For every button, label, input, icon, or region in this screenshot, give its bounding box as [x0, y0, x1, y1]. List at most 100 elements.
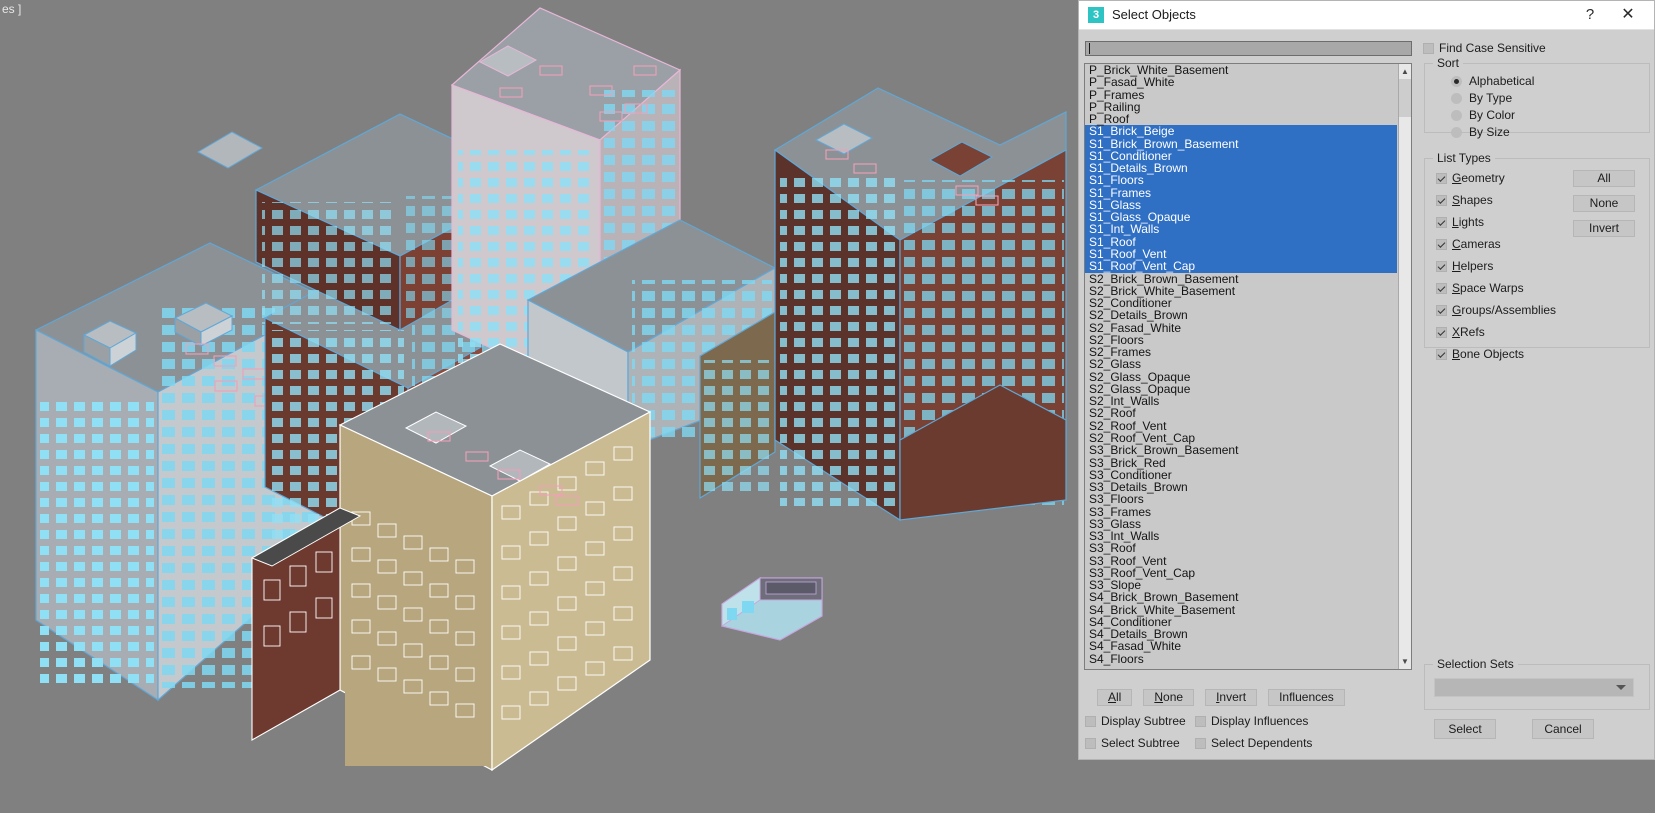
list-type-label: Cameras — [1452, 237, 1501, 251]
object-list-item[interactable]: P_Frames — [1085, 88, 1397, 101]
list-type-label: Shapes — [1452, 193, 1493, 207]
list-influences-button[interactable]: Influences — [1268, 689, 1345, 706]
display-influences-label: Display Influences — [1211, 714, 1309, 728]
sort-radio-by-type[interactable]: By Type — [1451, 91, 1649, 105]
bottom-options: Display Subtree Display Influences Selec… — [1085, 714, 1415, 758]
object-list-item[interactable]: S1_Int_Walls — [1085, 223, 1397, 236]
list-types-checkboxes: Geometry Shapes Lights Cameras Helpers Space … — [1436, 171, 1556, 369]
object-list-item[interactable]: S4_Fasad_White — [1085, 640, 1397, 653]
select-dependents-checkbox[interactable]: Select Dependents — [1195, 736, 1312, 750]
list-type-bone-objects[interactable]: Bone Objects — [1436, 347, 1556, 361]
list-type-label: Geometry — [1452, 171, 1505, 185]
close-icon[interactable]: ✕ — [1616, 4, 1640, 26]
sort-group-title: Sort — [1433, 56, 1464, 70]
checkbox-box — [1423, 42, 1434, 54]
display-influences-checkbox[interactable]: Display Influences — [1195, 714, 1308, 728]
object-list-item[interactable]: S1_Floors — [1085, 174, 1397, 187]
checkbox-box — [1436, 326, 1447, 338]
object-list-item[interactable]: S2_Glass — [1085, 358, 1397, 371]
radio-dot — [1451, 92, 1462, 104]
select-button[interactable]: Select — [1434, 719, 1496, 739]
checkbox-box — [1085, 715, 1096, 727]
find-case-sensitive-checkbox[interactable]: Find Case Sensitive — [1423, 41, 1546, 55]
select-subtree-label: Select Subtree — [1101, 736, 1180, 750]
object-list-item[interactable]: S3_Floors — [1085, 493, 1397, 506]
sort-radio-by-color[interactable]: By Color — [1451, 108, 1649, 122]
display-subtree-checkbox[interactable]: Display Subtree — [1085, 714, 1195, 728]
checkbox-box — [1436, 194, 1447, 206]
sort-options: Alphabetical By Type By Color By Size — [1425, 74, 1649, 142]
viewport-scene — [0, 0, 1078, 813]
object-list-item[interactable]: P_Railing — [1085, 101, 1397, 114]
list-types-all-button[interactable]: All — [1573, 170, 1635, 187]
checkbox-box — [1195, 715, 1206, 727]
object-list-item[interactable]: S2_Roof — [1085, 407, 1397, 420]
sort-radio-label: By Type — [1469, 91, 1513, 105]
object-list-item[interactable]: S1_Brick_Beige — [1085, 125, 1397, 138]
object-list-item[interactable]: S3_Frames — [1085, 505, 1397, 518]
list-type-label: Bone Objects — [1452, 347, 1525, 361]
object-list-item[interactable]: S2_Brick_Brown_Basement — [1085, 272, 1397, 285]
select-subtree-checkbox[interactable]: Select Subtree — [1085, 736, 1195, 750]
checkbox-box — [1195, 737, 1206, 749]
object-list[interactable]: P_Brick_White_Basement P_Fasad_White P_Fra… — [1085, 64, 1397, 669]
scroll-down-icon[interactable]: ▼ — [1399, 654, 1411, 669]
checkbox-box — [1436, 348, 1447, 360]
object-list-item[interactable]: S2_Fasad_White — [1085, 321, 1397, 334]
checkbox-box — [1436, 216, 1447, 228]
search-input[interactable] — [1085, 41, 1412, 56]
object-list-item[interactable]: S3_Brick_Red — [1085, 456, 1397, 469]
dialog-titlebar: 3 Select Objects ? ✕ — [1079, 1, 1654, 30]
selection-sets-dropdown[interactable] — [1434, 678, 1634, 697]
list-none-button[interactable]: None — [1143, 689, 1195, 706]
sort-radio-label: Alphabetical — [1469, 74, 1535, 88]
select-objects-dialog: 3 Select Objects ? ✕ Find Case Sensitive… — [1078, 0, 1655, 760]
scroll-up-icon[interactable]: ▲ — [1399, 64, 1411, 79]
checkbox-box — [1436, 238, 1447, 250]
radio-dot — [1451, 109, 1462, 121]
checkbox-box — [1436, 172, 1447, 184]
list-scrollbar[interactable]: ▲ ▼ — [1398, 64, 1411, 669]
list-type-cameras[interactable]: Cameras — [1436, 237, 1556, 251]
chevron-down-icon — [1616, 685, 1626, 690]
sort-radio-label: By Size — [1469, 125, 1510, 139]
sort-radio-by-size[interactable]: By Size — [1451, 125, 1649, 139]
find-case-sensitive-label: Find Case Sensitive — [1439, 41, 1546, 55]
list-all-button[interactable]: All — [1097, 689, 1133, 706]
radio-dot — [1451, 75, 1462, 87]
checkbox-box — [1436, 282, 1447, 294]
list-type-geometry[interactable]: Geometry — [1436, 171, 1556, 185]
list-invert-button[interactable]: Invert — [1205, 689, 1258, 706]
object-list-item[interactable]: S3_Brick_Brown_Basement — [1085, 444, 1397, 457]
list-types-none-button[interactable]: None — [1573, 195, 1635, 212]
scrollbar-thumb[interactable] — [1399, 79, 1411, 117]
max-3-icon: 3 — [1088, 7, 1104, 23]
dialog-title: Select Objects — [1112, 7, 1196, 22]
cancel-button[interactable]: Cancel — [1532, 719, 1594, 739]
list-type-shapes[interactable]: Shapes — [1436, 193, 1556, 207]
object-list-item[interactable]: S2_Details_Brown — [1085, 309, 1397, 322]
sort-radio-alphabetical[interactable]: Alphabetical — [1451, 74, 1649, 88]
help-icon[interactable]: ? — [1578, 4, 1602, 26]
object-list-item[interactable]: S4_Brick_Brown_Basement — [1085, 591, 1397, 604]
viewport-label: es ] — [2, 2, 22, 16]
list-type-space-warps[interactable]: Space Warps — [1436, 281, 1556, 295]
list-type-groups-assemblies[interactable]: Groups/Assemblies — [1436, 303, 1556, 317]
object-list-item[interactable]: S4_Floors — [1085, 652, 1397, 665]
list-type-helpers[interactable]: Helpers — [1436, 259, 1556, 273]
radio-dot — [1451, 126, 1462, 138]
object-list-item[interactable]: S1_Roof_Vent_Cap — [1085, 260, 1397, 273]
list-type-xrefs[interactable]: XRefs — [1436, 325, 1556, 339]
selection-sets-title: Selection Sets — [1433, 657, 1518, 671]
object-list-container[interactable]: P_Brick_White_Basement P_Fasad_White P_Fra… — [1084, 63, 1412, 670]
viewport[interactable]: es ] — [0, 0, 1078, 813]
list-action-buttons: All None Invert Influences — [1097, 689, 1345, 706]
list-type-label: Space Warps — [1452, 281, 1524, 295]
display-subtree-label: Display Subtree — [1101, 714, 1186, 728]
list-types-invert-button[interactable]: Invert — [1573, 220, 1635, 237]
selection-sets-group: Selection Sets — [1424, 657, 1650, 710]
object-list-item[interactable]: S3_Roof — [1085, 542, 1397, 555]
checkbox-box — [1085, 737, 1096, 749]
object-list-item[interactable]: P_Fasad_White — [1085, 76, 1397, 89]
list-type-lights[interactable]: Lights — [1436, 215, 1556, 229]
